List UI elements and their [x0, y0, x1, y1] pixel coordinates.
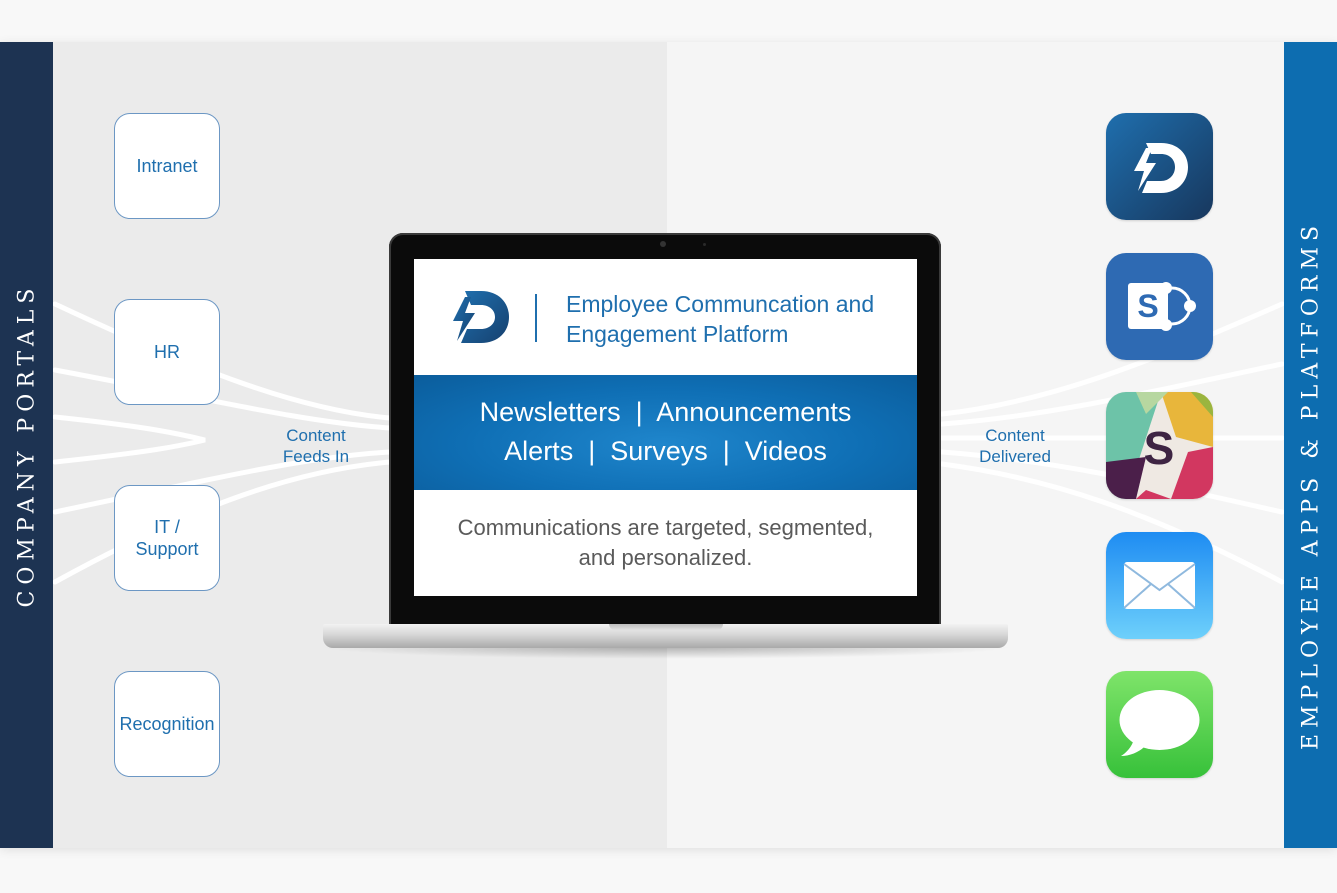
- flow-line-in-3: [52, 414, 206, 465]
- slack-app-icon[interactable]: S: [1106, 392, 1213, 499]
- camera-icon: [660, 241, 666, 247]
- banner-line-2: Alerts | Surveys | Videos: [504, 436, 827, 466]
- laptop-screen: Employee Communcation and Engagement Pla…: [414, 259, 917, 596]
- laptop-base: [323, 624, 1008, 648]
- sharepoint-app-icon[interactable]: S: [1106, 253, 1213, 360]
- banner-line-1: Newsletters | Announcements: [479, 397, 852, 427]
- laptop-lid: Employee Communcation and Engagement Pla…: [389, 233, 941, 628]
- company-portals-label: COMPANY PORTALS: [14, 282, 39, 608]
- svg-text:S: S: [1144, 422, 1175, 474]
- dynamic-signal-app-icon[interactable]: [1106, 113, 1213, 220]
- svg-text:S: S: [1137, 288, 1158, 324]
- company-portals-rail: COMPANY PORTALS: [0, 42, 53, 848]
- content-types-banner: Newsletters | Announcements Alerts | Sur…: [414, 375, 917, 490]
- platform-description: Communications are targeted, segmented, …: [457, 515, 874, 570]
- camera-sensor: [703, 243, 706, 246]
- logo-divider: [535, 294, 537, 342]
- messages-app-icon[interactable]: [1106, 671, 1213, 778]
- laptop-notch: [609, 624, 723, 630]
- platform-title: Employee Communcation and Engagement Pla…: [566, 291, 875, 347]
- platform-logo-icon: [451, 287, 511, 347]
- content-feeds-in-label: Content Feeds In: [282, 426, 350, 466]
- portal-hr[interactable]: HR: [114, 299, 220, 405]
- laptop-shadow: [318, 647, 1015, 659]
- diagram-canvas: COMPANY PORTALS EMPLOYEE APPS & PLATFORM…: [0, 42, 1337, 848]
- employee-apps-rail: EMPLOYEE APPS & PLATFORMS: [1284, 42, 1337, 848]
- portal-recognition[interactable]: Recognition: [114, 671, 220, 777]
- employee-apps-label: EMPLOYEE APPS & PLATFORMS: [1298, 219, 1323, 751]
- portal-it-support[interactable]: IT / Support: [114, 485, 220, 591]
- flow-line-in-5: [52, 459, 393, 585]
- portal-intranet[interactable]: Intranet: [114, 113, 220, 219]
- mail-app-icon[interactable]: [1106, 532, 1213, 639]
- content-delivered-label: Content Delivered: [979, 426, 1051, 466]
